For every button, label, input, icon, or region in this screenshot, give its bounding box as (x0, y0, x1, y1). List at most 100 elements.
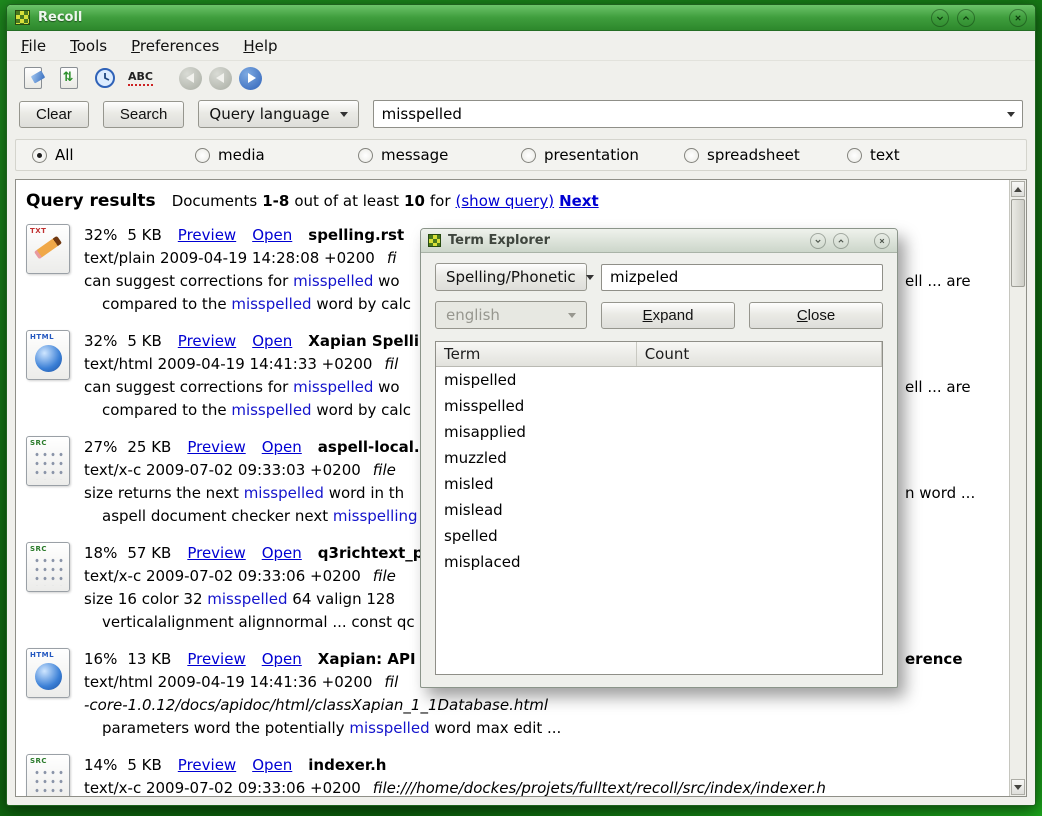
menu-file[interactable]: File (21, 37, 46, 55)
term-row[interactable]: misled (436, 471, 882, 497)
term-explorer-button[interactable]: ABC (127, 65, 154, 92)
radio-message[interactable] (358, 148, 373, 163)
open-link[interactable]: Open (252, 226, 292, 244)
filter-option-presentation[interactable]: presentation (521, 146, 684, 164)
radio-all[interactable] (32, 148, 47, 163)
dialog-close-button[interactable] (874, 233, 890, 249)
preview-link[interactable]: Preview (178, 332, 236, 350)
column-header-count[interactable]: Count (637, 342, 882, 366)
radio-text[interactable] (847, 148, 862, 163)
snippet-text: size 16 color 32 (84, 590, 207, 608)
result-title-fragment: erence (905, 648, 963, 671)
open-link[interactable]: Open (252, 756, 292, 774)
close-dialog-button[interactable]: Close (749, 302, 883, 329)
term-input-field[interactable] (601, 264, 883, 291)
radio-media[interactable] (195, 148, 210, 163)
result-title: spelling.rst (308, 226, 404, 244)
first-page-button[interactable] (179, 67, 202, 90)
preview-link[interactable]: Preview (187, 544, 245, 562)
radio-spreadsheet[interactable] (684, 148, 699, 163)
menu-tools[interactable]: Tools (70, 37, 107, 55)
preview-link[interactable]: Preview (178, 756, 236, 774)
close-button[interactable] (1009, 9, 1027, 27)
results-scrollbar[interactable] (1009, 180, 1026, 796)
doc-history-button[interactable] (91, 65, 118, 92)
search-button[interactable]: Search (103, 101, 185, 128)
term-table: Term Count mispelledmisspelledmisapplied… (435, 341, 883, 675)
minimize-button[interactable] (931, 9, 949, 27)
filter-option-media[interactable]: media (195, 146, 358, 164)
filter-option-message[interactable]: message (358, 146, 521, 164)
search-dropdown-button[interactable] (1000, 101, 1022, 127)
update-index-button[interactable]: ⇅ (55, 65, 82, 92)
dialog-minimize-button[interactable] (810, 233, 826, 249)
next-page-button[interactable] (239, 67, 262, 90)
search-input[interactable] (374, 105, 1000, 123)
open-link[interactable]: Open (262, 544, 302, 562)
scrollbar-thumb[interactable] (1011, 199, 1025, 287)
clear-search-icon (24, 67, 42, 89)
result-title: Xapian: API (318, 650, 416, 668)
dialog-titlebar[interactable]: Term Explorer (421, 229, 897, 253)
query-language-combo[interactable]: Query language (198, 100, 358, 128)
search-combobox[interactable] (373, 100, 1023, 128)
next-page-link[interactable]: Next (559, 192, 599, 210)
term-explorer-dialog: Term Explorer Spelling/Phonetic (420, 228, 898, 688)
expand-button[interactable]: Expand (601, 302, 735, 329)
term-row[interactable]: misspelled (436, 393, 882, 419)
preview-link[interactable]: Preview (187, 438, 245, 456)
nav-group (179, 67, 262, 90)
highlight-term: misspelled (293, 272, 373, 290)
update-index-icon: ⇅ (60, 67, 78, 89)
clear-search-button[interactable] (19, 65, 46, 92)
result-percent: 16% (84, 650, 117, 668)
term-row[interactable]: spelled (436, 523, 882, 549)
window-title: Recoll (38, 10, 923, 25)
scroll-down-button[interactable] (1011, 779, 1025, 795)
result-percent: 27% (84, 438, 117, 456)
result-size: 5 KB (127, 332, 161, 350)
filter-row: Allmediamessagepresentationspreadsheet te… (15, 139, 1027, 171)
toolbar: ⇅ ABC (7, 61, 1035, 95)
filter-option-text[interactable]: text (847, 146, 1010, 164)
radio-presentation[interactable] (521, 148, 536, 163)
result-mime-date: text/x-c 2009-07-02 09:33:06 +0200 (84, 779, 361, 796)
filter-option-spreadsheet[interactable]: spreadsheet (684, 146, 847, 164)
history-clock-icon (94, 67, 116, 89)
expand-mode-combo[interactable]: Spelling/Phonetic (435, 263, 587, 291)
filter-label: text (870, 146, 900, 164)
menu-preferences[interactable]: Preferences (131, 37, 219, 55)
snippet-text: wo (373, 378, 399, 396)
menu-help[interactable]: Help (243, 37, 277, 55)
open-link[interactable]: Open (262, 438, 302, 456)
window-titlebar[interactable]: Recoll (7, 5, 1035, 31)
term-row[interactable]: misplaced (436, 549, 882, 575)
filetype-src-icon: SRC (26, 754, 70, 796)
term-row[interactable]: mislead (436, 497, 882, 523)
clear-button[interactable]: Clear (19, 101, 89, 128)
filter-option-all[interactable]: All (32, 146, 195, 164)
src-glyph-icon (33, 556, 63, 586)
preview-link[interactable]: Preview (178, 226, 236, 244)
maximize-button[interactable] (957, 9, 975, 27)
column-header-term[interactable]: Term (436, 342, 637, 366)
dialog-maximize-button[interactable] (833, 233, 849, 249)
result-percent: 32% (84, 332, 117, 350)
term-row[interactable]: misapplied (436, 419, 882, 445)
open-link[interactable]: Open (252, 332, 292, 350)
prev-page-button[interactable] (209, 67, 232, 90)
highlight-term: misspelled (293, 378, 373, 396)
open-link[interactable]: Open (262, 650, 302, 668)
term-row[interactable]: muzzled (436, 445, 882, 471)
result-size: 13 KB (127, 650, 171, 668)
term-cell: muzzled (436, 449, 637, 467)
preview-link[interactable]: Preview (187, 650, 245, 668)
show-query-link[interactable]: (show query) (456, 192, 555, 210)
scroll-up-button[interactable] (1011, 181, 1025, 197)
term-row[interactable]: mispelled (436, 367, 882, 393)
term-input[interactable] (602, 265, 882, 290)
results-header: Query resultsDocuments1-8out of at least… (26, 188, 1009, 214)
term-table-header[interactable]: Term Count (436, 342, 882, 367)
query-results-title: Query results (26, 191, 156, 211)
result-mime-date: text/html 2009-04-19 14:41:33 +0200 (84, 355, 372, 373)
